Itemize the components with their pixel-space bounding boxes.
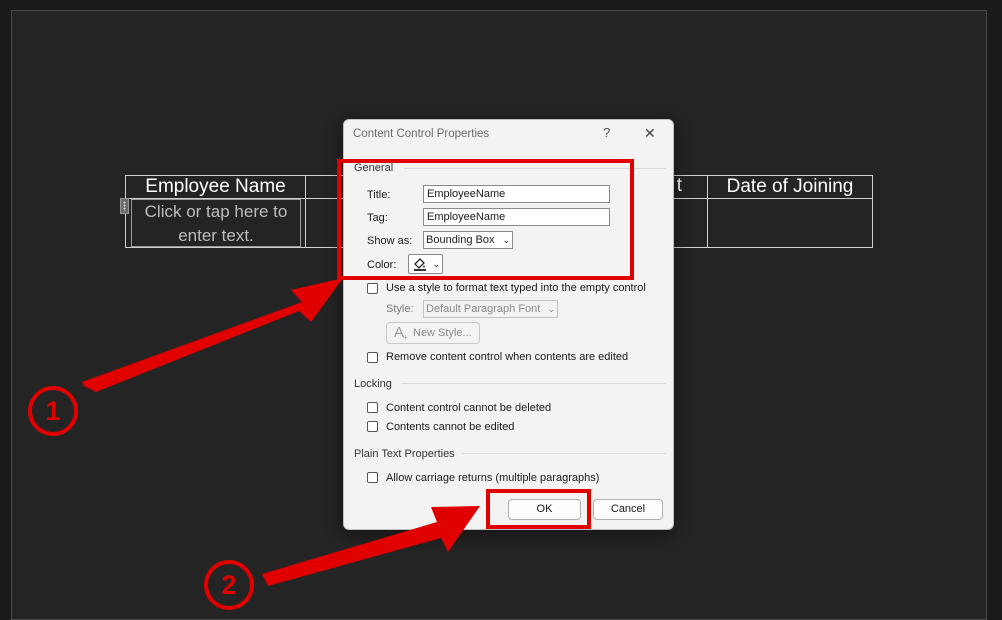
annotation-arrows bbox=[82, 278, 480, 586]
step-2-marker: 2 bbox=[204, 560, 254, 610]
arrow-2 bbox=[262, 506, 480, 586]
arrow-1 bbox=[82, 278, 343, 392]
step-1-marker: 1 bbox=[28, 386, 78, 436]
